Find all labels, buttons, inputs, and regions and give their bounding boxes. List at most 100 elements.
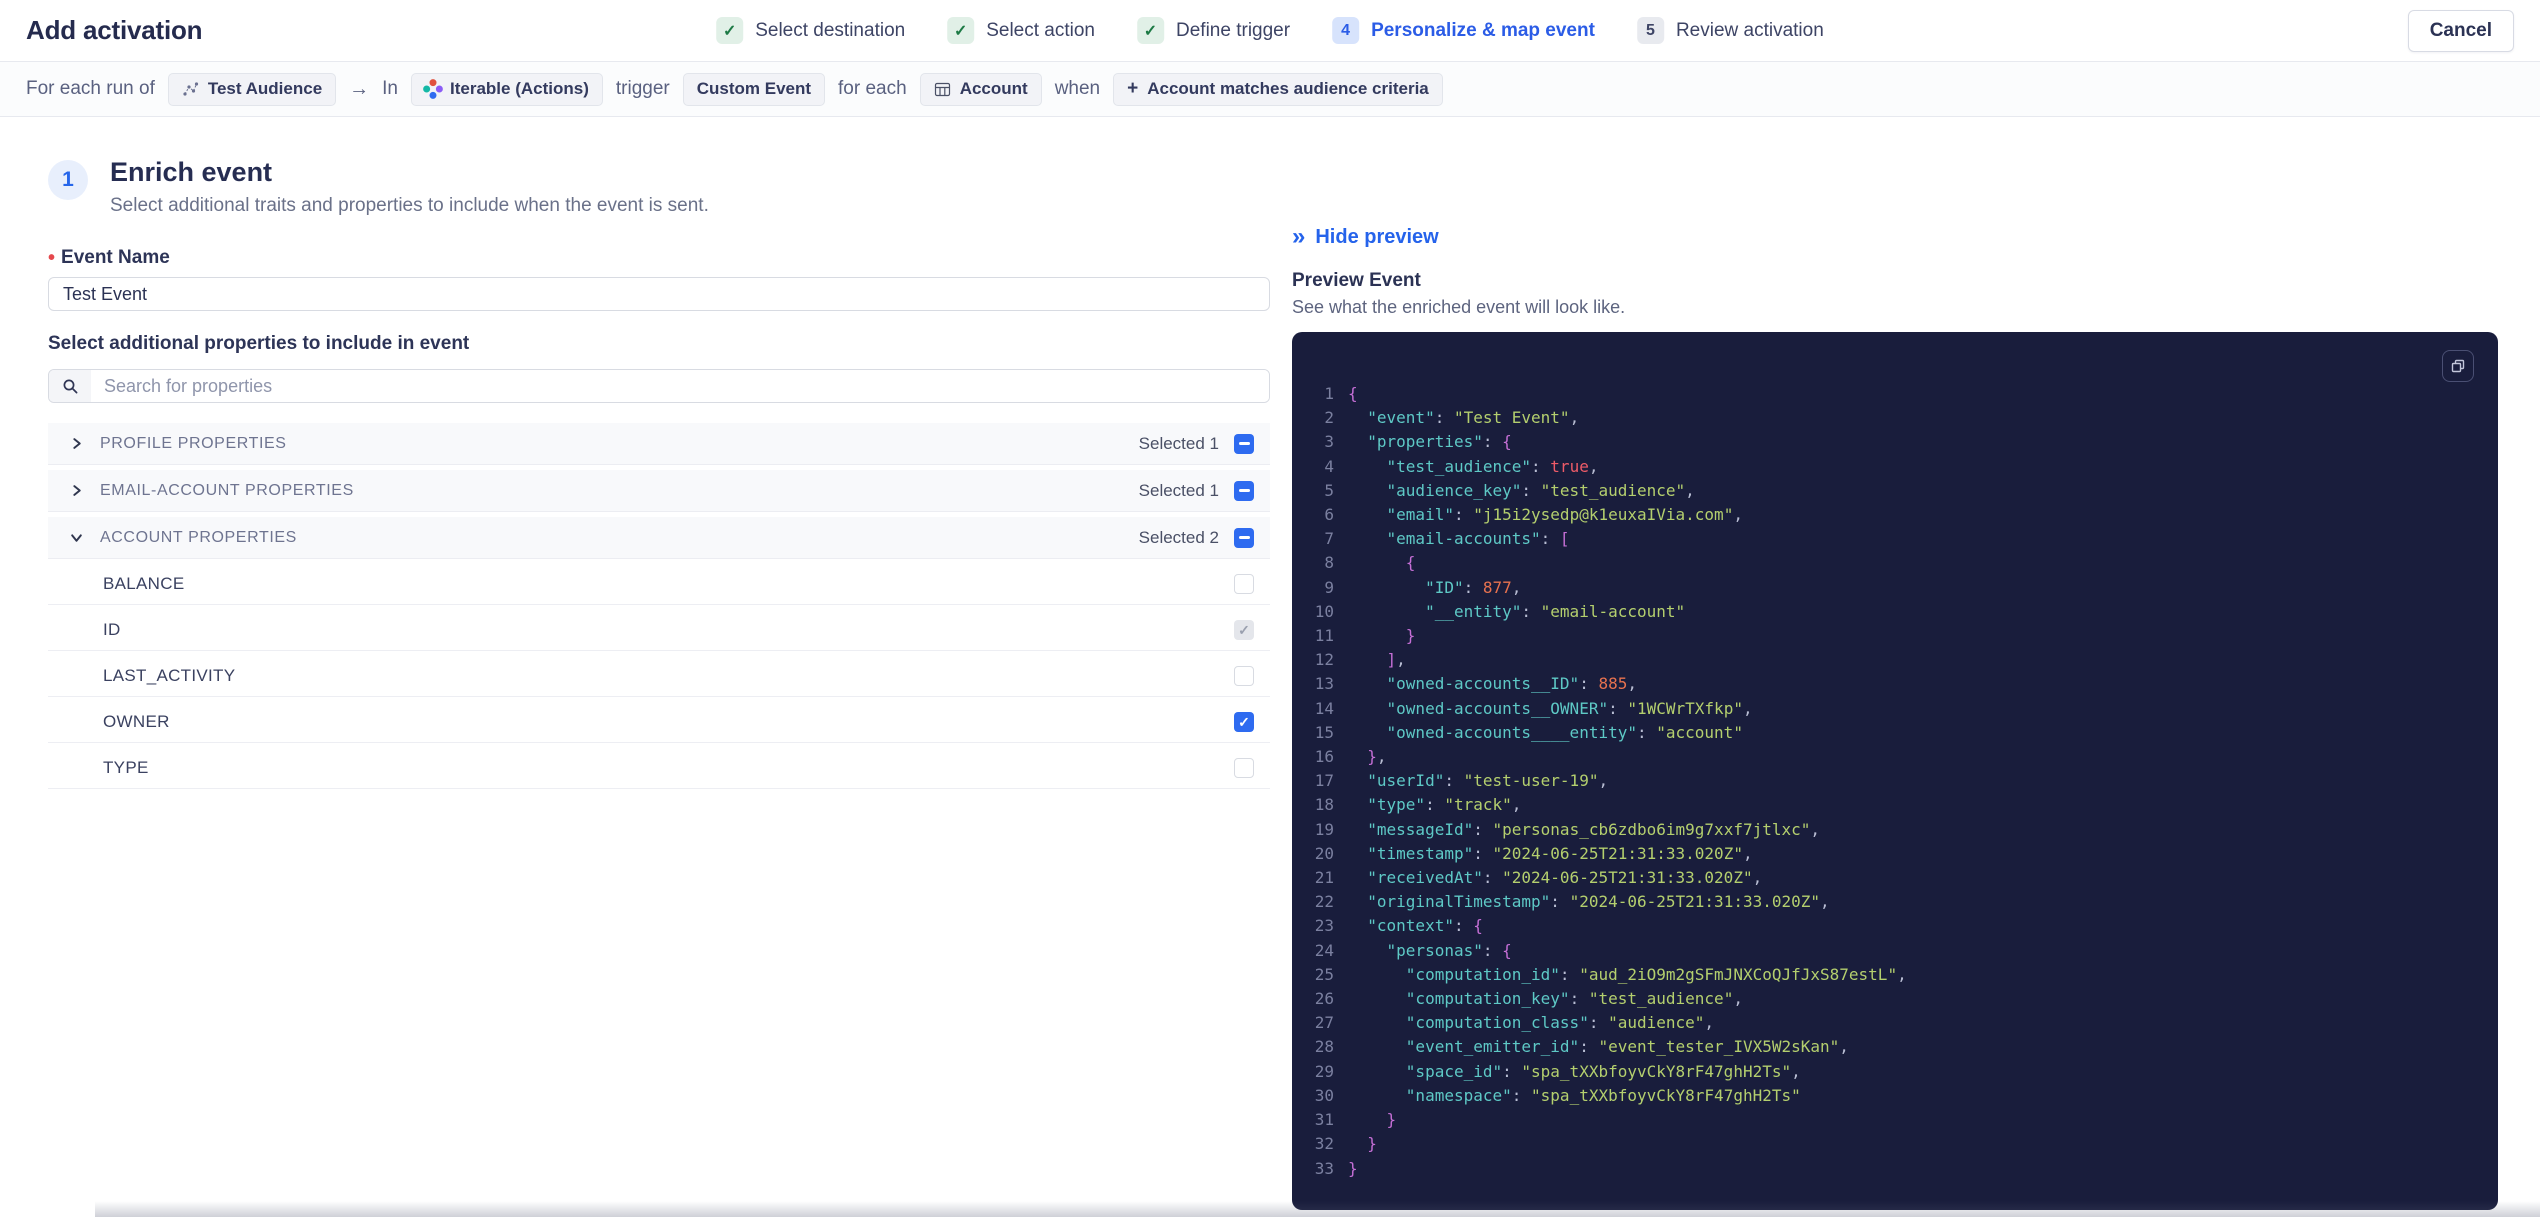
property-label: ID <box>103 620 121 639</box>
wizard-step[interactable]: 4 Personalize & map event <box>1332 17 1595 44</box>
line-content: "test_audience": true, <box>1386 456 1599 476</box>
required-marker: • <box>48 247 56 269</box>
line-number: 23 <box>1314 916 1334 936</box>
property-label: TYPE <box>103 758 149 777</box>
wizard-step[interactable]: ✓ Define trigger <box>1137 17 1290 44</box>
line-number: 30 <box>1314 1085 1334 1105</box>
entity-chip-label: Account <box>959 79 1028 98</box>
wizard-step[interactable]: ✓ Select action <box>947 17 1095 44</box>
code-line: 18 "type": "track", <box>1292 793 2498 817</box>
code-line: 21 "receivedAt": "2024-06-25T21:31:33.02… <box>1292 866 2498 890</box>
property-group-header[interactable]: PROFILE PROPERTIES Selected 1 <box>48 423 1270 465</box>
property-row[interactable]: LAST_ACTIVITY <box>48 656 1270 697</box>
property-row[interactable]: ID <box>48 610 1270 651</box>
line-number: 29 <box>1314 1061 1334 1081</box>
line-number: 12 <box>1314 650 1334 670</box>
code-line: 29 "space_id": "spa_tXXbfoyvCkY8rF47ghH2… <box>1292 1060 2498 1084</box>
line-content: "space_id": "spa_tXXbfoyvCkY8rF47ghH2Ts"… <box>1405 1061 1801 1081</box>
line-number: 3 <box>1324 432 1334 452</box>
chevron-icon <box>70 437 84 451</box>
step-status-icon: ✓ <box>716 17 744 44</box>
code-line: 2 "event": "Test Event", <box>1292 406 2498 430</box>
search-icon <box>49 370 91 402</box>
step-status-icon: ✓ <box>947 17 975 44</box>
preview-subtitle: See what the enriched event will look li… <box>1292 297 1626 317</box>
step-label: Define trigger <box>1176 19 1291 41</box>
group-checkbox[interactable] <box>1234 527 1254 548</box>
code-line: 5 "audience_key": "test_audience", <box>1292 479 2498 503</box>
code-line: 27 "computation_class": "audience", <box>1292 1011 2498 1035</box>
event-type-chip-label: Custom Event <box>696 79 812 98</box>
property-group-header[interactable]: EMAIL-ACCOUNT PROPERTIES Selected 1 <box>48 470 1270 512</box>
wizard-step[interactable]: ✓ Select destination <box>716 17 905 44</box>
trigger-prefix-text: For each run of <box>26 78 155 99</box>
line-content: "owned-accounts__ID": 885, <box>1386 674 1637 694</box>
code-line: 20 "timestamp": "2024-06-25T21:31:33.020… <box>1292 842 2498 866</box>
code-line: 8 { <box>1292 551 2498 575</box>
line-content: "owned-accounts____entity": "account" <box>1386 722 1743 742</box>
code-line: 25 "computation_id": "aud_2iO9m2gSFmJNXC… <box>1292 963 2498 987</box>
wizard-step[interactable]: 5 Review activation <box>1636 17 1824 44</box>
code-line: 31 } <box>1292 1108 2498 1132</box>
line-content: "personas": { <box>1386 940 1512 960</box>
line-content: "email": "j15i2ysedp@k1euxaIVia.com", <box>1386 505 1743 525</box>
line-number: 9 <box>1324 577 1334 597</box>
hide-preview-label: Hide preview <box>1315 225 1439 248</box>
step-label: Select action <box>986 19 1096 41</box>
property-checkbox[interactable] <box>1234 620 1254 640</box>
property-checkbox[interactable] <box>1234 712 1254 732</box>
section-step-number: 1 <box>48 160 88 200</box>
criteria-chip[interactable]: + Account matches audience criteria <box>1113 72 1443 106</box>
iterable-logo-icon <box>421 77 445 101</box>
code-line: 17 "userId": "test-user-19", <box>1292 769 2498 793</box>
line-content: "event_emitter_id": "event_tester_IVX5W2… <box>1405 1037 1849 1057</box>
line-content: "originalTimestamp": "2024-06-25T21:31:3… <box>1367 892 1830 912</box>
trigger-text: trigger <box>615 78 670 99</box>
chevron-icon <box>70 484 84 498</box>
event-preview-code-panel: 1 { 2 "event": "Test Event", 3 "propertie… <box>1292 332 2498 1210</box>
arrow-right-icon: → <box>349 77 370 100</box>
group-checkbox[interactable] <box>1234 480 1254 501</box>
line-number: 31 <box>1314 1110 1334 1130</box>
property-group-header[interactable]: ACCOUNT PROPERTIES Selected 2 <box>48 517 1270 559</box>
cancel-button[interactable]: Cancel <box>2407 9 2514 52</box>
property-search <box>48 369 1270 403</box>
line-number: 1 <box>1324 384 1334 403</box>
code-line: 11 } <box>1292 624 2498 648</box>
audience-chip-label: Test Audience <box>207 79 323 98</box>
preview-title: Preview Event <box>1292 270 1421 291</box>
step-label: Personalize & map event <box>1371 19 1595 41</box>
group-checkbox[interactable] <box>1234 433 1254 454</box>
line-number: 5 <box>1324 480 1334 500</box>
property-row[interactable]: BALANCE <box>48 564 1270 605</box>
line-content: "computation_class": "audience", <box>1405 1013 1715 1033</box>
destination-chip[interactable]: Iterable (Actions) <box>411 72 603 106</box>
event-name-input[interactable] <box>48 277 1270 311</box>
code-line: 13 "owned-accounts__ID": 885, <box>1292 672 2498 696</box>
line-number: 15 <box>1314 722 1334 742</box>
line-number: 10 <box>1314 601 1334 621</box>
entity-chip[interactable]: Account <box>919 72 1042 106</box>
group-selected-count: Selected 1 <box>1138 480 1219 500</box>
in-text: In <box>382 78 399 99</box>
property-checkbox[interactable] <box>1234 666 1254 686</box>
line-content: "receivedAt": "2024-06-25T21:31:33.020Z"… <box>1367 868 1763 888</box>
hide-preview-link[interactable]: » Hide preview <box>1292 225 1439 249</box>
property-checkbox[interactable] <box>1234 758 1254 778</box>
audience-chip[interactable]: Test Audience <box>167 72 337 106</box>
search-input[interactable] <box>91 370 1269 402</box>
page-title: Add activation <box>26 15 203 45</box>
property-checkbox[interactable] <box>1234 574 1254 594</box>
line-content: "__entity": "email-account" <box>1425 601 1686 621</box>
code-line: 3 "properties": { <box>1292 430 2498 454</box>
property-row[interactable]: TYPE <box>48 748 1270 789</box>
audience-icon <box>183 81 198 96</box>
copy-button[interactable] <box>2442 350 2474 382</box>
table-icon <box>934 82 950 96</box>
event-type-chip[interactable]: Custom Event <box>682 72 826 106</box>
criteria-chip-label: Account matches audience criteria <box>1147 79 1429 98</box>
line-content: { <box>1348 384 1358 403</box>
line-content: "properties": { <box>1367 432 1512 452</box>
property-row[interactable]: OWNER <box>48 702 1270 743</box>
code-line: 24 "personas": { <box>1292 939 2498 963</box>
